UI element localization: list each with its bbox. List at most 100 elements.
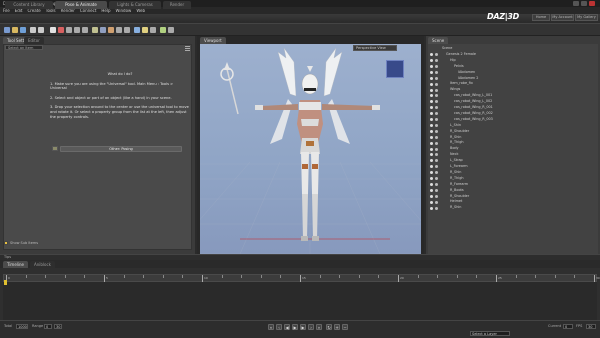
tab-pose-animate[interactable]: Pose & Animate <box>55 1 107 9</box>
scene-tree-row[interactable]: Body <box>428 146 598 152</box>
visibility-eye-icon[interactable] <box>430 53 433 57</box>
selectable-icon[interactable] <box>435 82 438 86</box>
visibility-eye-icon[interactable] <box>430 135 433 139</box>
visibility-eye-icon[interactable] <box>430 200 433 204</box>
selectable-icon[interactable] <box>435 159 438 163</box>
maximize-button[interactable] <box>581 1 587 6</box>
tab-scene[interactable]: Scene <box>428 37 449 44</box>
add-key-button[interactable]: + <box>334 324 340 330</box>
scene-tree-row[interactable]: L_Shin <box>428 123 598 129</box>
visibility-eye-icon[interactable] <box>430 94 433 98</box>
visibility-eye-icon[interactable] <box>430 76 433 80</box>
scene-tree-row[interactable]: R_Thigh <box>428 176 598 182</box>
scene-tree-row[interactable]: Hip <box>428 58 598 64</box>
first-frame-button[interactable]: « <box>268 324 274 330</box>
prev-frame-button[interactable]: ◀ <box>284 324 290 330</box>
universal-tool-icon[interactable] <box>58 27 64 33</box>
spot-render-icon[interactable] <box>124 27 130 33</box>
visibility-eye-icon[interactable] <box>430 153 433 157</box>
scene-tree-row[interactable]: R_Shin <box>428 205 598 211</box>
visibility-eye-icon[interactable] <box>430 141 433 145</box>
layer-selector[interactable]: Select a Layer <box>470 331 510 336</box>
translate-tool-icon[interactable] <box>74 27 80 33</box>
play-button[interactable]: ▶ <box>292 324 298 330</box>
total-field[interactable]: 1000 <box>16 324 28 329</box>
link-my-account[interactable]: My Account <box>551 14 574 21</box>
tab-viewport[interactable]: Viewport <box>200 37 226 44</box>
visibility-eye-icon[interactable] <box>430 188 433 192</box>
scene-tree-row[interactable]: cas_robot_Wing_R_002 <box>428 111 598 117</box>
selectable-icon[interactable] <box>435 112 438 116</box>
scene-tree-row[interactable]: Wings <box>428 87 598 93</box>
scene-tree-row[interactable]: cas_robot_Wing_R_003 <box>428 117 598 123</box>
visibility-eye-icon[interactable] <box>430 177 433 181</box>
selectable-icon[interactable] <box>435 182 438 186</box>
scene-tree-row[interactable]: R_Thigh <box>428 140 598 146</box>
visibility-eye-icon[interactable] <box>430 129 433 133</box>
selectable-icon[interactable] <box>435 94 438 98</box>
tab-aniblock[interactable]: Aniblock <box>30 261 55 268</box>
selectable-icon[interactable] <box>435 153 438 157</box>
selectable-icon[interactable] <box>435 188 438 192</box>
playhead[interactable] <box>4 280 7 285</box>
visibility-eye-icon[interactable] <box>430 118 433 122</box>
show-sub-items-checkbox[interactable]: Show Sub Items <box>4 241 38 245</box>
selectable-icon[interactable] <box>435 194 438 198</box>
scene-tree-row[interactable]: Genesis 2 Female <box>428 52 598 58</box>
visibility-eye-icon[interactable] <box>430 106 433 110</box>
undo-icon[interactable] <box>30 27 36 33</box>
visibility-eye-icon[interactable] <box>430 88 433 92</box>
visibility-eye-icon[interactable] <box>430 82 433 86</box>
selectable-icon[interactable] <box>435 118 438 122</box>
view-cube-icon[interactable] <box>386 60 404 78</box>
selectable-icon[interactable] <box>435 123 438 127</box>
visibility-eye-icon[interactable] <box>430 147 433 151</box>
selectable-icon[interactable] <box>435 59 438 63</box>
visibility-eye-icon[interactable] <box>430 194 433 198</box>
tab-editor[interactable]: Editor <box>24 37 44 44</box>
selectable-icon[interactable] <box>435 129 438 133</box>
range-end-field[interactable]: 30 <box>54 324 62 329</box>
visibility-eye-icon[interactable] <box>430 112 433 116</box>
tab-lights-cameras[interactable]: Lights & Cameras <box>109 1 161 9</box>
rotate-tool-icon[interactable] <box>66 27 72 33</box>
scene-tree-row[interactable]: cas_robot_Wing_R_001 <box>428 105 598 111</box>
tab-content-library[interactable]: Content Library <box>5 1 53 9</box>
selectable-icon[interactable] <box>435 100 438 104</box>
scene-tree-row[interactable]: R_Shin <box>428 135 598 141</box>
selectable-icon[interactable] <box>435 135 438 139</box>
last-frame-button[interactable]: » <box>316 324 322 330</box>
scene-tree-row[interactable]: lAbdomen <box>428 70 598 76</box>
new-file-icon[interactable] <box>4 27 10 33</box>
selectable-icon[interactable] <box>435 177 438 181</box>
range-start-field[interactable]: 0 <box>44 324 52 329</box>
geometry-editor-icon[interactable] <box>100 27 106 33</box>
selectable-icon[interactable] <box>435 106 438 110</box>
visibility-eye-icon[interactable] <box>430 100 433 104</box>
selectable-icon[interactable] <box>435 76 438 80</box>
scene-tree-row[interactable]: R_Shoulder <box>428 194 598 200</box>
select-item-dropdown[interactable]: Select an Item <box>5 45 43 50</box>
keyframe-area[interactable] <box>3 282 597 320</box>
selectable-icon[interactable] <box>435 165 438 169</box>
close-button[interactable] <box>589 1 595 6</box>
save-icon[interactable] <box>20 27 26 33</box>
render-icon[interactable] <box>142 27 148 33</box>
visibility-eye-icon[interactable] <box>430 165 433 169</box>
visibility-eye-icon[interactable] <box>430 64 433 68</box>
surface-selection-icon[interactable] <box>108 27 114 33</box>
tab-timeline[interactable]: Timeline <box>3 261 29 268</box>
scene-tree-row[interactable]: Scene <box>428 46 598 52</box>
visibility-eye-icon[interactable] <box>430 159 433 163</box>
timeline-ruler[interactable]: 0 5 10 15 20 25 30 <box>3 274 600 282</box>
next-key-button[interactable]: › <box>308 324 314 330</box>
visibility-eye-icon[interactable] <box>430 70 433 74</box>
link-home[interactable]: Home <box>532 14 550 21</box>
scale-tool-icon[interactable] <box>82 27 88 33</box>
scene-tree-row[interactable]: R_Shoulder <box>428 129 598 135</box>
selectable-icon[interactable] <box>435 70 438 74</box>
fps-field[interactable]: 30 <box>586 324 596 329</box>
scene-tree-row[interactable]: Neck <box>428 152 598 158</box>
scene-tree-row[interactable]: cas_robot_Wing_L_002 <box>428 99 598 105</box>
selectable-icon[interactable] <box>435 53 438 57</box>
